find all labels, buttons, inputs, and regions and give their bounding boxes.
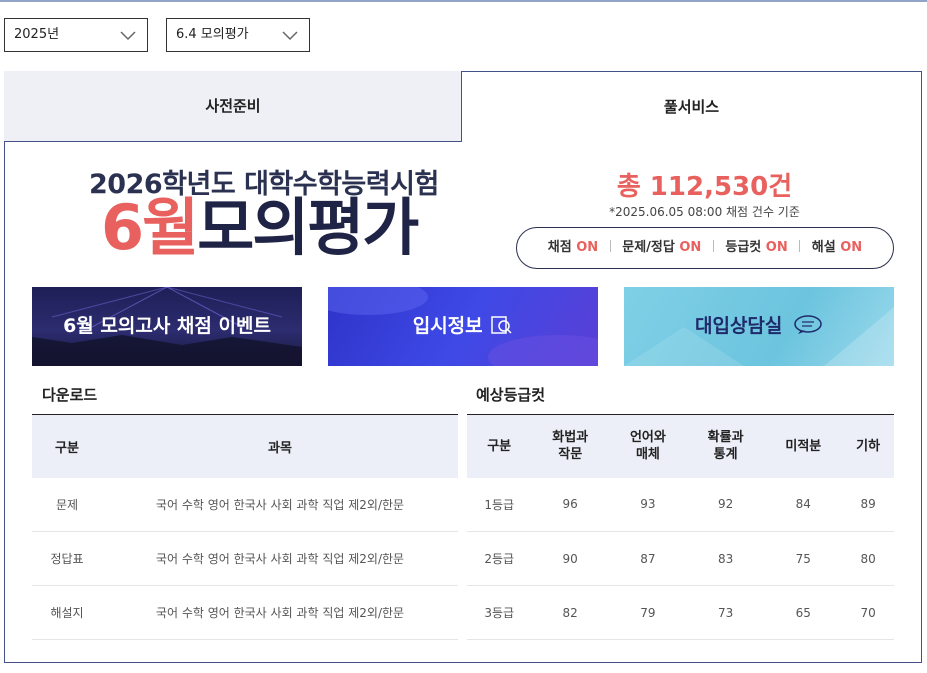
year-select-value: 2025년 <box>14 27 60 42</box>
table-row: 2등급 90 87 83 75 80 <box>467 531 894 586</box>
hero-title-rest: 모의평가 <box>197 191 419 264</box>
grade-cut-value: 87 <box>609 531 687 586</box>
total-count: 총 112,530건 <box>616 172 793 202</box>
grade-cut-value: 75 <box>764 531 843 586</box>
service-label-gradecut: 등급컷 <box>725 240 762 255</box>
grade-label: 2등급 <box>467 531 532 586</box>
grade-cut-value: 93 <box>609 477 687 532</box>
divider <box>799 240 801 252</box>
chevron-down-icon <box>282 31 298 41</box>
grade-cut-value: 90 <box>531 531 610 586</box>
table-header-row: 구분 과목 <box>32 414 458 478</box>
tab-prep[interactable]: 사전준비 <box>4 71 462 142</box>
table-row: 문제 국어 수학 영어 한국사 사회 과학 직업 제2외/한문 <box>32 477 458 532</box>
column-header-calculus: 미적분 <box>764 414 843 478</box>
grade-cut-value: 79 <box>609 585 687 640</box>
table-row: 3등급 82 79 73 65 70 <box>467 585 894 640</box>
service-label-scoring: 채점 <box>547 240 572 255</box>
gradecut-section-title: 예상등급컷 <box>476 386 546 404</box>
speech-bubble-icon <box>794 315 822 334</box>
column-header-geometry: 기하 <box>842 414 894 478</box>
divider <box>609 240 611 252</box>
count-basis-note: *2025.06.05 08:00 채점 건수 기준 <box>609 205 800 219</box>
hero-title-accent: 6월 <box>101 191 199 264</box>
download-section-title: 다운로드 <box>42 386 98 404</box>
grade-cut-value: 84 <box>764 477 843 532</box>
banner-scoring-event[interactable]: 6월 모의고사 채점 이벤트 <box>32 287 302 366</box>
chevron-down-icon <box>120 31 136 41</box>
banner-consultation-text: 대입상담실 <box>694 315 783 337</box>
year-select[interactable]: 2025년 <box>4 18 148 52</box>
banner-admission-info-label: 입시정보 <box>328 287 598 366</box>
grade-cut-value: 73 <box>686 585 765 640</box>
service-tabs: 사전준비 풀서비스 <box>4 71 922 142</box>
grade-cut-value: 82 <box>531 585 610 640</box>
exam-select-value: 6.4 모의평가 <box>176 27 249 42</box>
exam-select[interactable]: 6.4 모의평가 <box>166 18 310 52</box>
row-type-label: 해설지 <box>32 585 102 640</box>
service-status-explanation: ON <box>840 240 863 255</box>
magnifier-doc-icon <box>491 316 512 334</box>
row-type-label: 문제 <box>32 477 102 532</box>
tab-full-service[interactable]: 풀서비스 <box>461 71 922 142</box>
column-header-type: 구분 <box>32 414 102 478</box>
banner-consultation-label: 대입상담실 <box>624 287 894 366</box>
grade-label: 3등급 <box>467 585 532 640</box>
grade-cut-value: 83 <box>686 531 765 586</box>
subject-download-links[interactable]: 국어 수학 영어 한국사 사회 과학 직업 제2외/한문 <box>102 531 458 586</box>
hero-title: 6월모의평가 <box>101 191 419 265</box>
table-row: 정답표 국어 수학 영어 한국사 사회 과학 직업 제2외/한문 <box>32 531 458 586</box>
table-row: 해설지 국어 수학 영어 한국사 사회 과학 직업 제2외/한문 <box>32 585 458 640</box>
banner-admission-info-text: 입시정보 <box>412 315 483 337</box>
table-header-row: 구분 화법과 작문 언어와 매체 확률과 통계 미적분 기하 <box>467 414 894 478</box>
grade-cut-value: 80 <box>842 531 894 586</box>
grade-cut-value: 70 <box>842 585 894 640</box>
column-header-language-media: 언어와 매체 <box>609 414 687 478</box>
download-table: 구분 과목 문제 국어 수학 영어 한국사 사회 과학 직업 제2외/한문 정답… <box>32 414 458 640</box>
service-label-answers: 문제/정답 <box>622 240 675 255</box>
column-header-speech-writing: 화법과 작문 <box>531 414 610 478</box>
top-border-line <box>0 0 927 2</box>
column-header-probability-statistics: 확률과 통계 <box>686 414 765 478</box>
grade-cut-value: 96 <box>531 477 610 532</box>
service-status-answers: ON <box>679 240 702 255</box>
banner-admission-info[interactable]: 입시정보 <box>328 287 598 366</box>
banner-scoring-event-label: 6월 모의고사 채점 이벤트 <box>63 315 271 337</box>
divider <box>712 240 714 252</box>
grade-label: 1등급 <box>467 477 532 532</box>
table-row: 1등급 96 93 92 84 89 <box>467 477 894 532</box>
grade-cut-value: 89 <box>842 477 894 532</box>
row-type-label: 정답표 <box>32 531 102 586</box>
service-status-scoring: ON <box>576 240 599 255</box>
service-status-gradecut: ON <box>765 240 788 255</box>
service-status-pill: 채점 ON 문제/정답 ON 등급컷 ON 해설 ON <box>516 227 894 269</box>
subject-download-links[interactable]: 국어 수학 영어 한국사 사회 과학 직업 제2외/한문 <box>102 477 458 532</box>
service-label-explanation: 해설 <box>811 240 836 255</box>
grade-cut-value: 65 <box>764 585 843 640</box>
grade-cut-value: 92 <box>686 477 765 532</box>
gradecut-table: 구분 화법과 작문 언어와 매체 확률과 통계 미적분 기하 1등급 96 93… <box>467 414 894 640</box>
banner-consultation[interactable]: 대입상담실 <box>624 287 894 366</box>
subject-download-links[interactable]: 국어 수학 영어 한국사 사회 과학 직업 제2외/한문 <box>102 585 458 640</box>
column-header-grade: 구분 <box>467 414 532 478</box>
column-header-subjects: 과목 <box>102 414 458 478</box>
